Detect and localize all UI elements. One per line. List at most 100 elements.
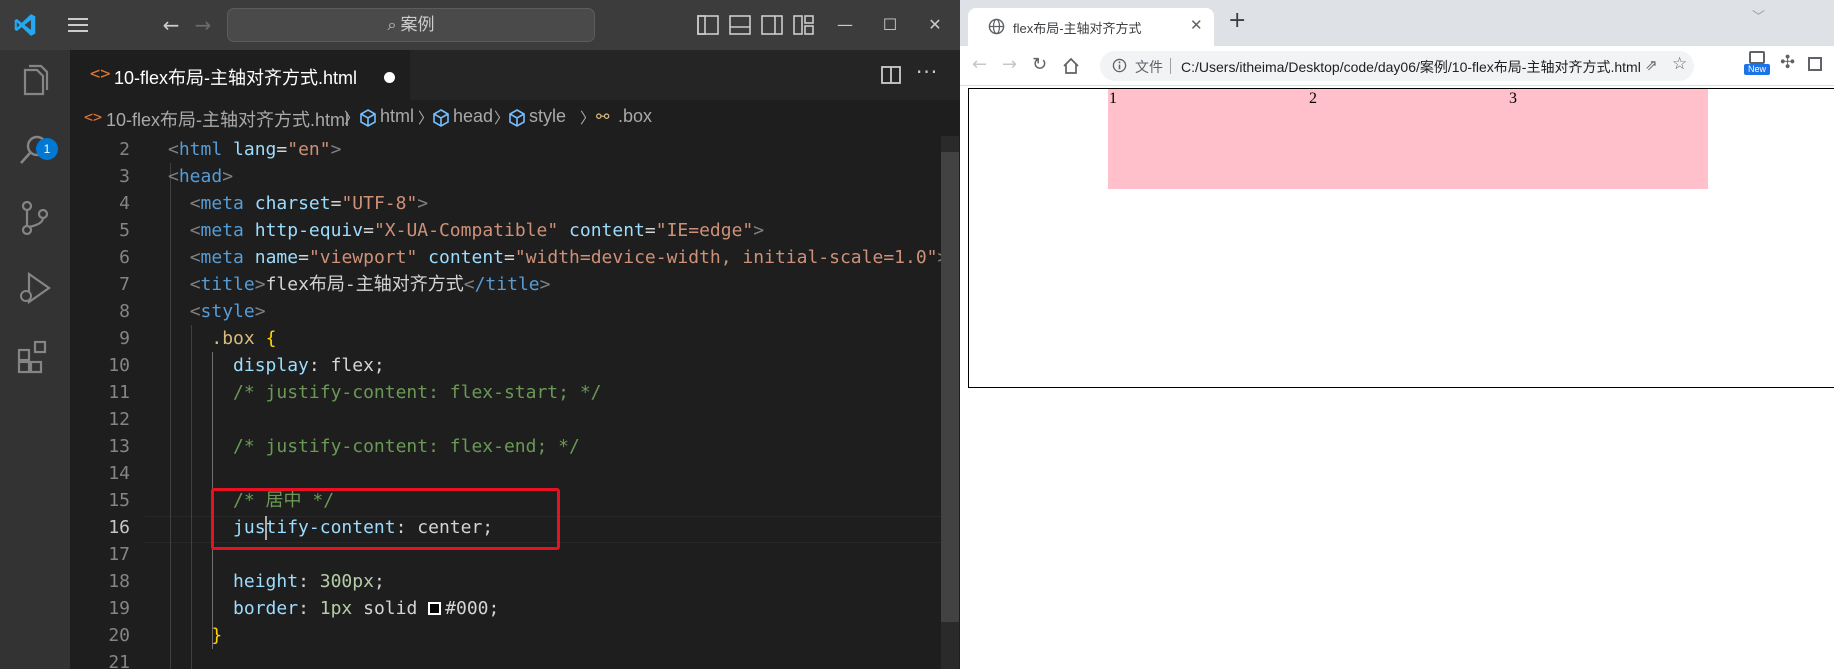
code-line: <meta http-equiv="X-UA-Compatible" conte… xyxy=(189,220,765,241)
activity-bar: 1 xyxy=(0,50,70,669)
breadcrumb-selector[interactable]: .box xyxy=(618,106,652,127)
code-line: /* justify-content: flex-start; */ xyxy=(233,382,602,403)
code-line: <title>flex布局-主轴对齐方式</title> xyxy=(189,274,551,295)
code-line: border: 1px solid #000; xyxy=(233,598,500,619)
toggle-primary-sidebar-icon[interactable] xyxy=(697,14,719,36)
code-line: <head> xyxy=(168,166,234,187)
command-center-label: 案例 xyxy=(400,15,435,35)
extension-box-icon xyxy=(1749,51,1765,64)
line-number: 3 xyxy=(119,166,130,187)
flex-item: 2 xyxy=(1308,89,1508,189)
reload-icon[interactable]: ↻ xyxy=(1032,54,1047,75)
editor-tab-bar: <> 10-flex布局-主轴对齐方式.html ··· xyxy=(70,50,960,100)
tab-search-chevron-icon[interactable]: ﹀ xyxy=(1752,6,1765,25)
flex-item: 1 xyxy=(1108,89,1308,189)
explorer-icon[interactable] xyxy=(15,62,55,102)
maximize-icon[interactable]: ☐ xyxy=(875,12,905,38)
css-selector-icon: ⚯ xyxy=(596,109,610,126)
browser-tab-strip: flex布局-主轴对齐方式 ✕ + ﹀ xyxy=(960,0,1834,46)
code-line: <meta name="viewport" content="width=dev… xyxy=(189,247,949,268)
title-bar: ← → ⌕ 案例 — ☐ ✕ xyxy=(0,0,960,50)
address-url[interactable]: C:/Users/itheima/Desktop/code/day06/案例/1… xyxy=(1181,57,1641,77)
line-number: 19 xyxy=(108,598,130,619)
html-file-icon: <> xyxy=(90,64,111,84)
more-actions-icon[interactable]: ··· xyxy=(916,60,938,84)
toggle-secondary-sidebar-icon[interactable] xyxy=(761,14,783,36)
line-number: 12 xyxy=(108,409,130,430)
line-number: 6 xyxy=(119,247,130,268)
split-editor-icon[interactable] xyxy=(880,64,902,86)
line-number-gutter: 2 3 4 5 6 7 8 9 10 11 12 13 14 15 16 17 … xyxy=(70,136,140,669)
line-number: 13 xyxy=(108,436,130,457)
share-icon[interactable]: ⇗ xyxy=(1645,56,1658,74)
flex-item: 3 xyxy=(1508,89,1708,189)
code-editor[interactable]: 2 3 4 5 6 7 8 9 10 11 12 13 14 15 16 17 … xyxy=(70,136,960,669)
back-arrow-icon[interactable]: ← xyxy=(158,13,184,37)
line-number: 2 xyxy=(119,139,130,160)
breadcrumb-html[interactable]: html xyxy=(380,106,414,127)
page-viewport: 1 2 3 xyxy=(960,86,1834,669)
close-icon[interactable]: ✕ xyxy=(920,12,950,38)
tab-label: 10-flex布局-主轴对齐方式.html xyxy=(114,68,358,88)
home-icon[interactable] xyxy=(1062,57,1080,75)
line-number: 10 xyxy=(108,355,130,376)
toggle-panel-icon[interactable] xyxy=(729,14,751,36)
new-badge-label: New xyxy=(1744,64,1770,75)
browser-toolbar: ← → ↻ 文件 C:/Users/itheima/Desktop/code/d… xyxy=(960,46,1834,86)
unsaved-dot-icon[interactable] xyxy=(384,72,395,83)
breadcrumb-head[interactable]: head xyxy=(453,106,493,127)
search-icon: ⌕ xyxy=(387,15,397,34)
code-line: display: flex; xyxy=(233,355,385,376)
line-number: 8 xyxy=(119,301,130,322)
explorer-badge: 1 xyxy=(36,138,58,160)
line-number: 14 xyxy=(108,463,130,484)
new-tab-icon[interactable]: + xyxy=(1228,10,1246,32)
line-number-current: 16 xyxy=(108,517,130,538)
flex-box: 1 2 3 xyxy=(968,88,1834,388)
minimize-icon[interactable]: — xyxy=(830,12,860,38)
line-number: 9 xyxy=(119,328,130,349)
line-number: 5 xyxy=(119,220,130,241)
breadcrumb-style[interactable]: style xyxy=(529,106,566,127)
customize-layout-icon[interactable] xyxy=(793,14,815,36)
code-line: .box { xyxy=(211,328,277,349)
breadcrumb-file[interactable]: 10-flex布局-主轴对齐方式.html xyxy=(106,106,349,132)
symbol-field-icon xyxy=(360,109,376,127)
info-icon[interactable] xyxy=(1112,58,1127,73)
source-control-icon[interactable] xyxy=(15,198,55,238)
extensions-puzzle-icon[interactable]: ✣ xyxy=(1780,52,1795,73)
side-panel-icon[interactable] xyxy=(1808,57,1822,71)
line-number: 4 xyxy=(119,193,130,214)
close-tab-icon[interactable]: ✕ xyxy=(1190,16,1203,34)
line-number: 11 xyxy=(108,382,130,403)
line-number: 21 xyxy=(108,652,130,669)
menu-hamburger-icon[interactable] xyxy=(64,13,92,37)
editor-tab-active[interactable]: <> 10-flex布局-主轴对齐方式.html xyxy=(70,50,410,100)
forward-arrow-icon[interactable]: → xyxy=(190,13,216,37)
vscode-window: ← → ⌕ 案例 — ☐ ✕ 1 <> 10-flex布局-主轴对齐方式.html… xyxy=(0,0,960,669)
address-divider xyxy=(1170,58,1171,74)
browser-tab-active[interactable]: flex布局-主轴对齐方式 ✕ xyxy=(968,8,1214,46)
line-number: 15 xyxy=(108,490,130,511)
run-debug-icon[interactable] xyxy=(15,268,55,308)
chevron-right-icon: 〉 xyxy=(494,110,510,127)
color-swatch[interactable] xyxy=(428,602,442,615)
browser-tab-title: flex布局-主轴对齐方式 xyxy=(1013,21,1142,36)
forward-arrow-icon[interactable]: → xyxy=(1002,54,1017,75)
html-file-icon: <> xyxy=(84,108,103,126)
line-number: 18 xyxy=(108,571,130,592)
chevron-right-icon: 〉 xyxy=(344,110,360,127)
back-arrow-icon[interactable]: ← xyxy=(972,54,987,75)
editor-scrollbar-thumb[interactable] xyxy=(941,152,959,622)
new-extension-icon[interactable]: New xyxy=(1744,51,1770,75)
command-center-search[interactable]: ⌕ 案例 xyxy=(227,8,595,42)
chevron-right-icon: 〉 xyxy=(580,110,596,127)
extensions-icon[interactable] xyxy=(15,336,55,376)
annotation-highlight-box xyxy=(211,488,560,550)
bookmark-star-icon[interactable]: ☆ xyxy=(1672,54,1687,74)
vscode-logo-icon xyxy=(14,14,36,36)
globe-icon xyxy=(988,18,1005,35)
address-bar[interactable]: 文件 C:/Users/itheima/Desktop/code/day06/案… xyxy=(1100,51,1694,81)
symbol-field-icon xyxy=(433,109,449,127)
code-line: } xyxy=(211,625,223,646)
